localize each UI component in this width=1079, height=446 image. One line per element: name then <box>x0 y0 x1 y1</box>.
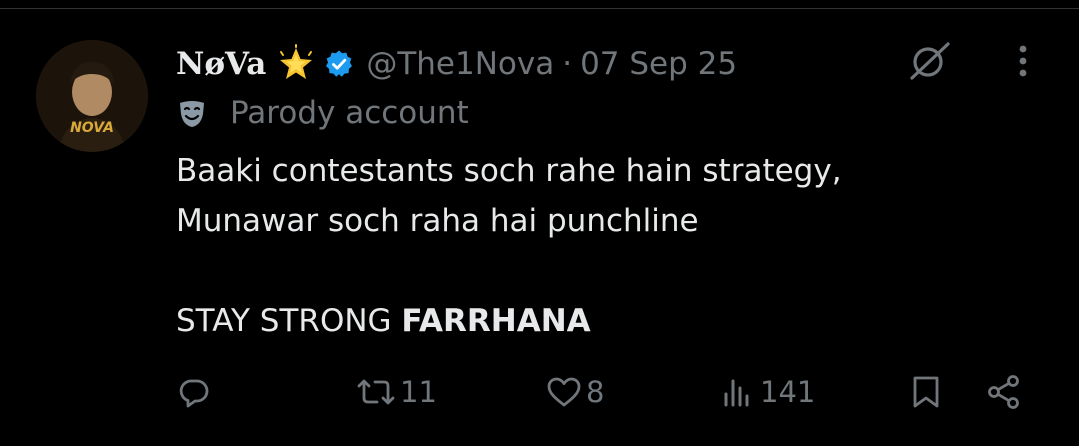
tweet-date[interactable]: 07 Sep 25 <box>580 46 737 82</box>
share-button[interactable] <box>986 366 1022 418</box>
bookmark-icon <box>913 376 939 408</box>
tweet-actions: 11 8 141 <box>0 366 1079 418</box>
avatar-image: NOVA <box>36 40 148 152</box>
glowing-star-icon <box>276 44 316 84</box>
grok-button[interactable] <box>904 40 954 80</box>
tweet-text-line: Munawar soch raha hai punchline <box>176 203 699 239</box>
author-display-name[interactable]: NøVa <box>176 46 266 82</box>
tweet-text-line: STAY STRONG FARRHANA <box>176 296 1056 346</box>
top-divider <box>0 8 1079 9</box>
more-options-button[interactable] <box>1008 40 1038 82</box>
more-options-icon <box>1019 45 1027 77</box>
tweet-text-prefix: STAY STRONG <box>176 303 402 339</box>
heart-icon <box>547 377 581 407</box>
tweet-text: Baaki contestants soch rahe hain strateg… <box>176 146 1056 346</box>
share-icon <box>988 375 1019 409</box>
parody-account-label: Parody account <box>230 95 469 131</box>
parody-label: Parody account <box>176 92 469 134</box>
header-separator: · <box>562 46 573 82</box>
views-icon <box>724 379 749 407</box>
views-button[interactable]: 141 <box>722 366 815 418</box>
repost-count: 11 <box>400 375 437 409</box>
tweet-text-bold: FARRHANA <box>401 303 591 339</box>
grok-icon <box>910 42 950 80</box>
bookmark-button[interactable] <box>910 366 942 418</box>
reply-icon <box>179 379 209 408</box>
tweet-text-line: Baaki contestants soch rahe hain strateg… <box>176 153 842 189</box>
avatar-logo-text: NOVA <box>70 120 114 136</box>
author-handle[interactable]: @The1Nova <box>366 46 554 82</box>
like-count: 8 <box>586 375 605 409</box>
repost-button[interactable]: 11 <box>356 366 437 418</box>
verified-badge-icon[interactable] <box>324 49 354 79</box>
tweet-text-gap <box>176 246 1056 296</box>
repost-icon <box>357 379 395 405</box>
views-count: 141 <box>760 375 816 409</box>
tweet-header: NøVa @The1Nova · 07 Sep 25 <box>176 38 737 90</box>
avatar[interactable]: NOVA <box>36 40 148 152</box>
like-button[interactable]: 8 <box>546 366 604 418</box>
theater-mask-icon <box>176 97 208 129</box>
reply-button[interactable] <box>178 366 214 418</box>
